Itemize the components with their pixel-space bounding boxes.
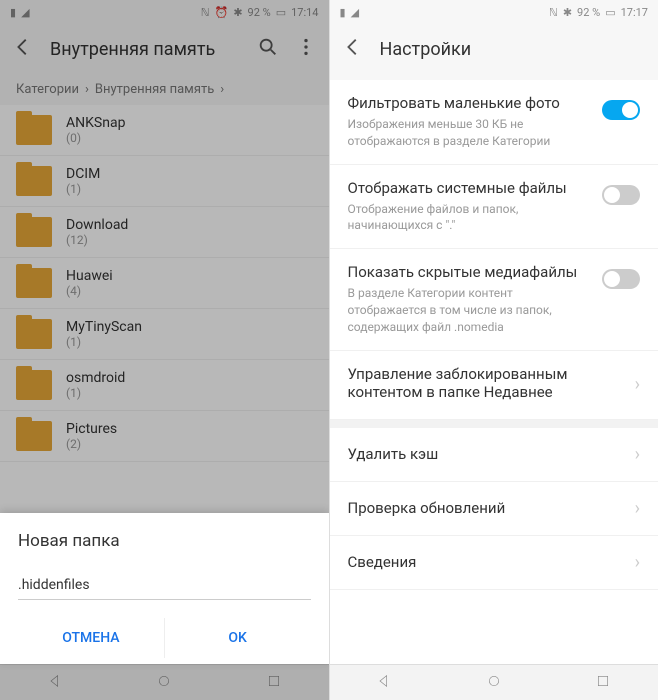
battery-icon: ▭ [276,6,286,19]
folder-icon [16,268,52,298]
folder-name: ANKSnap [66,115,125,131]
list-item[interactable]: osmdroid (1) [0,360,329,411]
setting-about[interactable]: Сведения › [330,536,658,590]
item-label: Сведения [348,553,417,571]
list-item[interactable]: Huawei (4) [0,258,329,309]
folder-icon [16,370,52,400]
setting-title: Управление заблокированным контентом в п… [348,365,623,401]
settings-list: Фильтровать маленькие фото Изображения м… [330,80,658,664]
dialog-title: Новая папка [18,531,311,551]
chevron-right-icon: › [85,82,89,97]
setting-show-system-files[interactable]: Отображать системные файлы Отображение ф… [330,165,658,250]
chevron-right-icon: › [635,374,640,395]
nav-recent-icon[interactable] [266,673,282,693]
folder-name: Download [66,217,128,233]
nfc-icon: ℕ [549,6,558,19]
battery-icon: ▭ [605,6,615,19]
folder-icon [16,217,52,247]
setting-title: Отображать системные файлы [348,179,591,197]
nav-home-icon[interactable] [486,673,502,693]
page-title: Настройки [380,39,647,60]
status-bar: ▮ ◢ ℕ ⏰ ✱ 92 % ▭ 17:14 [0,0,329,24]
nav-back-icon[interactable] [376,673,392,693]
folder-name-input[interactable] [18,571,311,600]
nav-back-icon[interactable] [47,673,63,693]
signal-icon: ▮ [10,6,16,19]
item-label: Проверка обновлений [348,499,506,517]
nav-home-icon[interactable] [156,673,172,693]
setting-manage-blocked[interactable]: Управление заблокированным контентом в п… [330,351,658,420]
setting-desc: В разделе Категории контент отображается… [348,285,591,335]
toggle-switch[interactable] [602,185,640,205]
new-folder-dialog: Новая папка ОТМЕНА OK [0,513,329,664]
list-item[interactable]: MyTinyScan (1) [0,309,329,360]
setting-clear-cache[interactable]: Удалить кэш › [330,428,658,482]
settings-screen: ▮ ◢ ℕ ✱ 92 % ▭ 17:17 Настройки Фильтрова… [330,0,658,700]
setting-check-updates[interactable]: Проверка обновлений › [330,482,658,536]
folder-icon [16,319,52,349]
setting-title: Фильтровать маленькие фото [348,94,591,112]
file-manager-screen: ▮ ◢ ℕ ⏰ ✱ 92 % ▭ 17:14 Внутренняя память… [0,0,330,700]
setting-title: Показать скрытые медиафайлы [348,263,591,281]
folder-name: DCIM [66,166,100,182]
folder-name: MyTinyScan [66,319,142,335]
app-bar: Внутренняя память [0,24,329,74]
bt-icon: ✱ [233,6,242,19]
wifi-icon: ◢ [21,6,29,19]
chevron-right-icon: › [220,82,224,97]
folder-name: Huawei [66,268,113,284]
folder-icon [16,166,52,196]
folder-count: (1) [66,182,100,196]
bt-icon: ✱ [563,6,572,19]
setting-show-hidden-media[interactable]: Показать скрытые медиафайлы В разделе Ка… [330,249,658,350]
breadcrumb[interactable]: Категории › Внутренняя память › [0,74,329,105]
list-item[interactable]: DCIM (1) [0,156,329,207]
chevron-right-icon: › [635,498,640,519]
setting-desc: Отображение файлов и папок, начинающихся… [348,201,591,235]
folder-count: (4) [66,284,113,298]
clock-text: 17:17 [621,6,648,19]
navigation-bar [330,664,658,700]
list-item[interactable]: Download (12) [0,207,329,258]
navigation-bar [0,664,329,700]
list-item[interactable]: ANKSnap (0) [0,105,329,156]
cancel-button[interactable]: ОТМЕНА [18,618,165,658]
chevron-right-icon: › [635,444,640,465]
back-icon[interactable] [342,36,364,62]
toggle-switch[interactable] [602,100,640,120]
battery-text: 92 % [577,6,600,19]
wifi-icon: ◢ [351,6,359,19]
app-bar: Настройки [330,24,658,74]
more-icon[interactable] [295,36,317,62]
ok-button[interactable]: OK [165,618,311,658]
folder-icon [16,421,52,451]
folder-count: (0) [66,131,125,145]
folder-count: (2) [66,437,117,451]
alarm-icon: ⏰ [215,6,229,19]
setting-filter-small-photos[interactable]: Фильтровать маленькие фото Изображения м… [330,80,658,165]
folder-count: (1) [66,335,142,349]
nfc-icon: ℕ [201,6,210,19]
signal-icon: ▮ [340,6,346,19]
setting-desc: Изображения меньше 30 КБ не отображаются… [348,116,591,150]
item-label: Удалить кэш [348,445,439,463]
back-icon[interactable] [12,36,34,62]
clock-text: 17:14 [291,6,318,19]
list-item[interactable]: Pictures (2) [0,411,329,462]
status-bar: ▮ ◢ ℕ ✱ 92 % ▭ 17:17 [330,0,658,24]
folder-count: (1) [66,386,125,400]
toggle-switch[interactable] [602,269,640,289]
breadcrumb-path[interactable]: Внутренняя память [95,82,214,97]
folder-name: osmdroid [66,370,125,386]
folder-count: (12) [66,233,128,247]
breadcrumb-root[interactable]: Категории [16,82,79,97]
chevron-right-icon: › [635,552,640,573]
battery-text: 92 % [248,6,271,19]
nav-recent-icon[interactable] [595,673,611,693]
page-title: Внутренняя память [50,39,241,60]
section-divider [330,420,658,428]
folder-name: Pictures [66,421,117,437]
search-icon[interactable] [257,36,279,62]
folder-icon [16,115,52,145]
